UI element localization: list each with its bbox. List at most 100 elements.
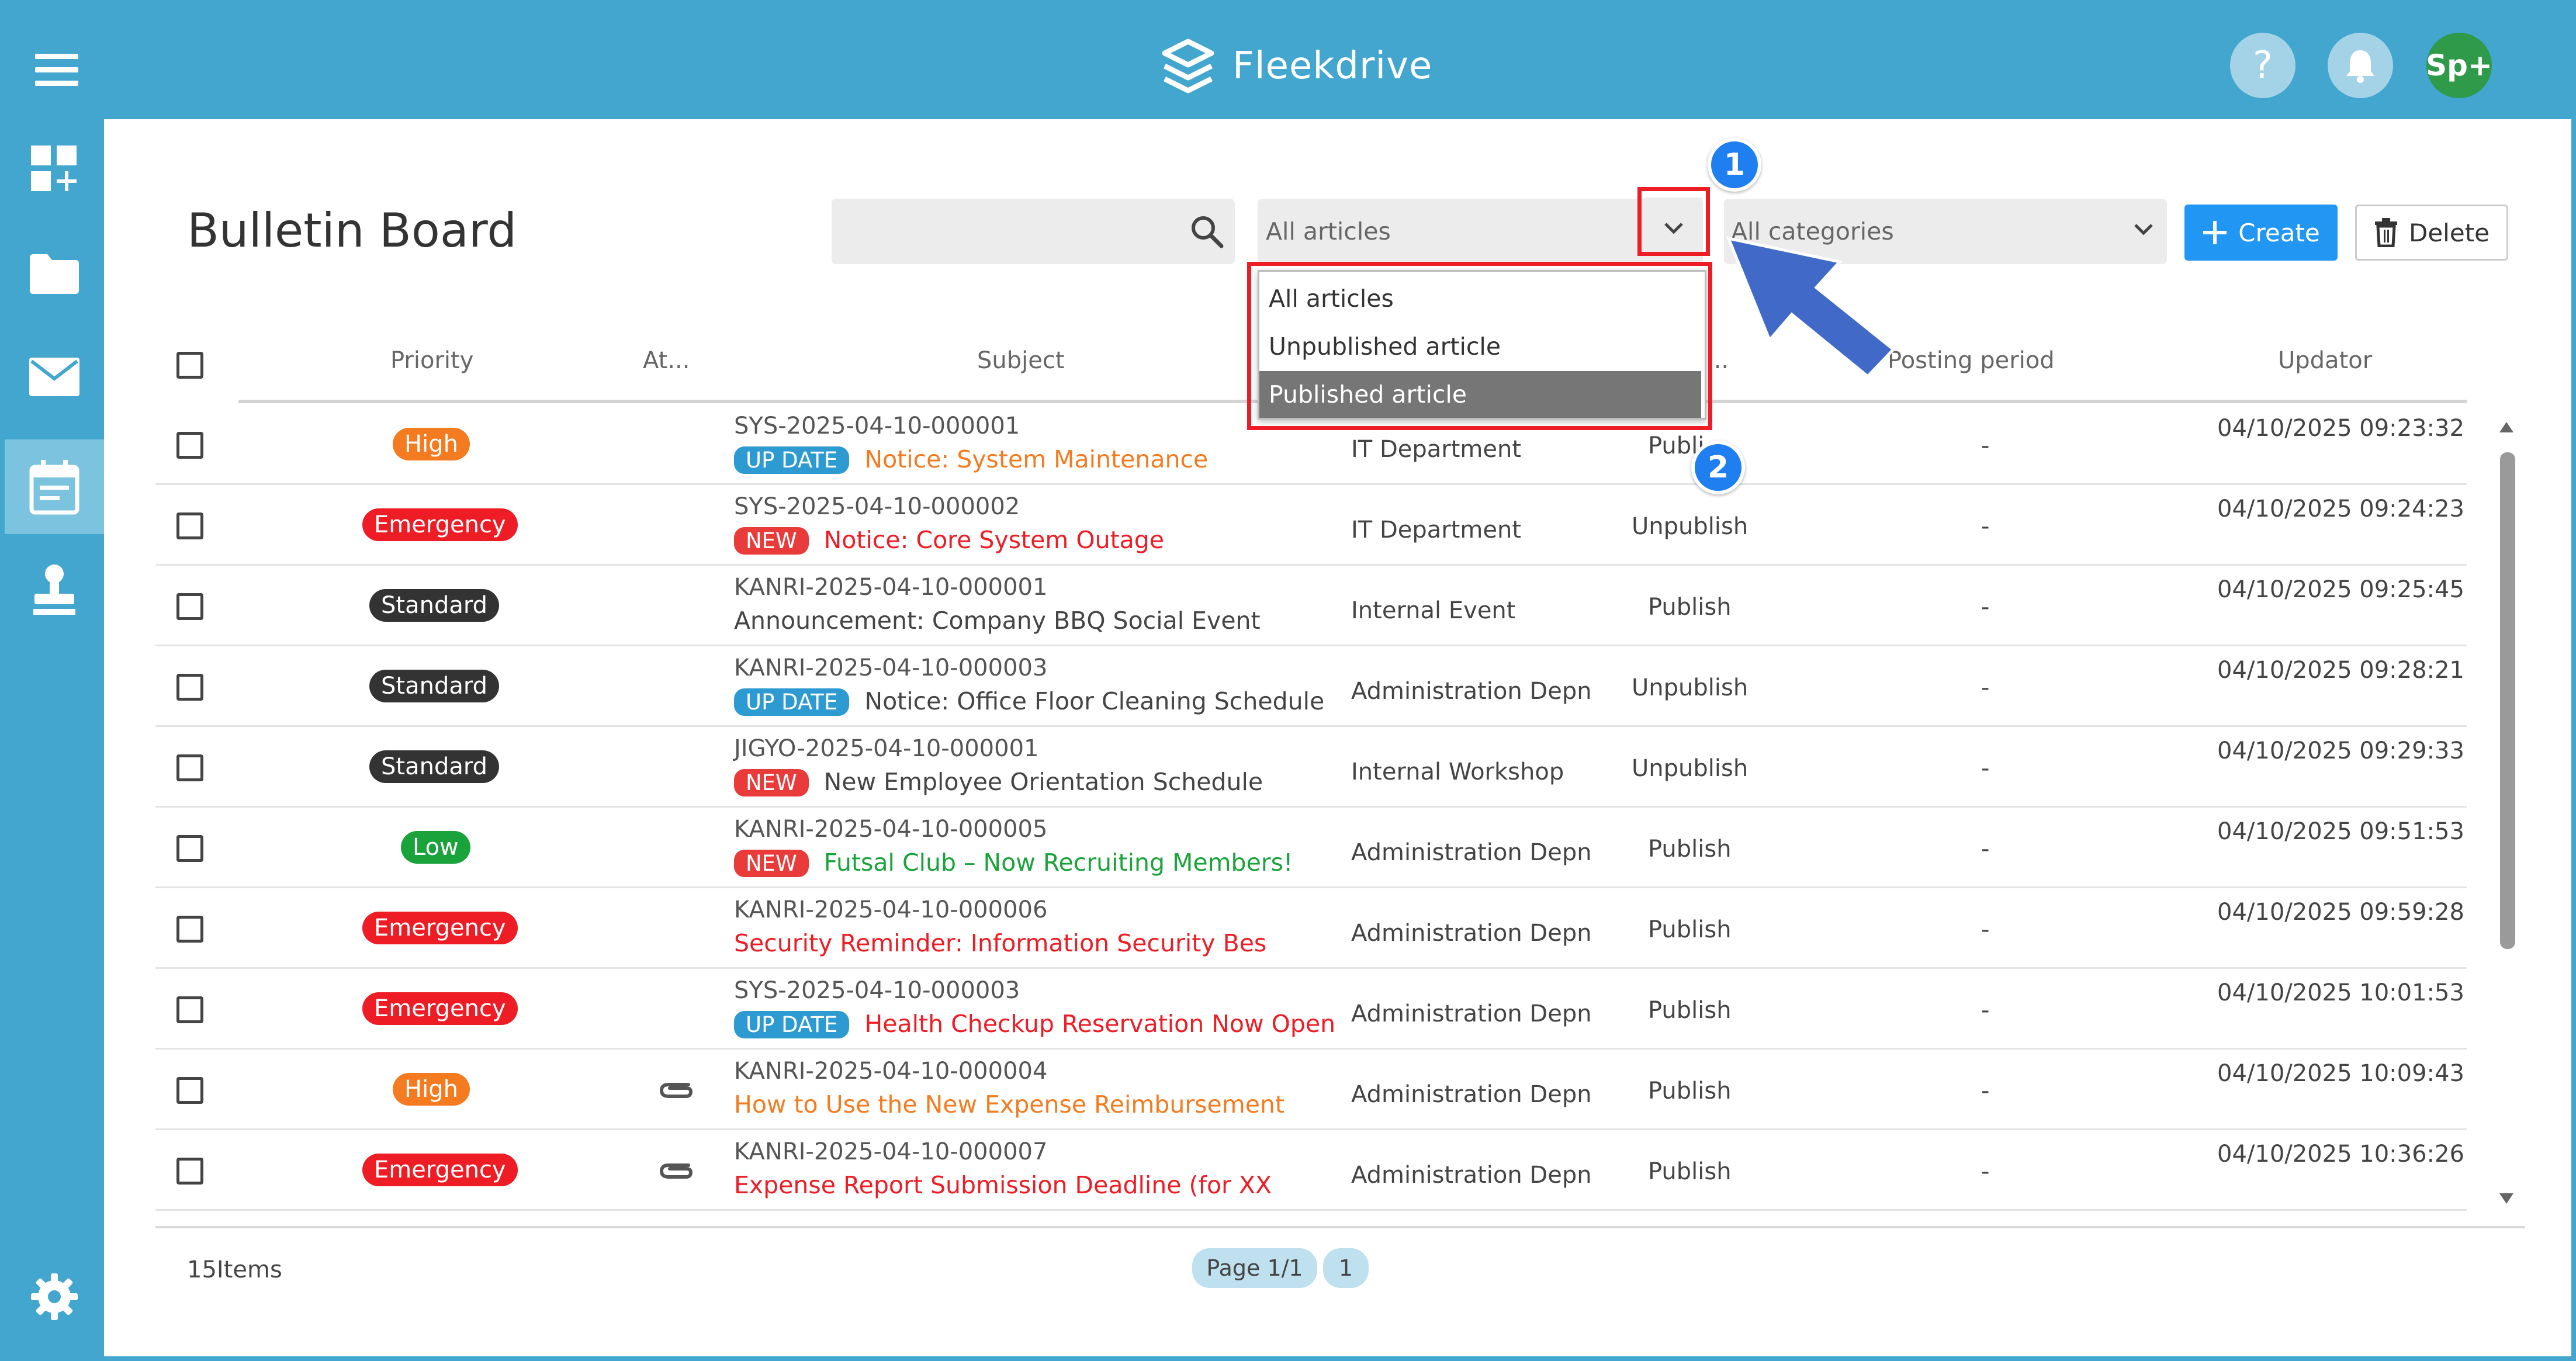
article-filter-value: All articles: [1266, 217, 1391, 245]
search-input[interactable]: [843, 210, 1173, 254]
table-row[interactable]: Emergency SYS-2025-04-10-000003 UP DATE Hea…: [5, 969, 2494, 1050]
updated-datetime: 04/10/2025 09:24:23: [2217, 496, 2464, 522]
article-tag: UP DATE: [734, 1011, 850, 1038]
header-attachment[interactable]: At...: [643, 347, 690, 374]
user-avatar[interactable]: Sp+: [2426, 33, 2492, 98]
table-row[interactable]: Emergency KANRI-2025-04-10-000006 Security…: [5, 888, 2494, 969]
subject-line[interactable]: How to Use the New Expense Reimbursement: [734, 1090, 1284, 1118]
article-tag: NEW: [734, 527, 809, 555]
subject-line[interactable]: Expense Report Submission Deadline (for …: [734, 1171, 1272, 1199]
category-cell: Administration Depn: [1351, 1000, 1592, 1027]
posting-period-cell: -: [1981, 432, 1990, 459]
row-checkbox[interactable]: [176, 754, 203, 781]
sidebar-item-mail[interactable]: [5, 345, 104, 409]
subject-link[interactable]: How to Use the New Expense Reimbursement: [734, 1090, 1284, 1118]
row-checkbox[interactable]: [176, 512, 203, 539]
header-posting-period[interactable]: Posting period: [1888, 347, 2055, 374]
search-icon[interactable]: [1189, 214, 1224, 249]
sidebar-item-dashboard[interactable]: [5, 137, 104, 201]
chevron-down-icon[interactable]: [2133, 222, 2154, 237]
subject-link[interactable]: Notice: Core System Outage: [824, 526, 1164, 554]
scroll-down-icon[interactable]: [2498, 1192, 2515, 1206]
subject-link[interactable]: New Employee Orientation Schedule: [824, 768, 1263, 796]
subject-link[interactable]: Notice: Office Floor Cleaning Schedule: [864, 687, 1324, 715]
header-priority[interactable]: Priority: [390, 347, 473, 374]
delete-button-label: Delete: [2409, 218, 2490, 247]
subject-link[interactable]: Health Checkup Reservation Now Open: [864, 1010, 1335, 1038]
highlight-box-toggle: [1637, 187, 1710, 256]
subject-line[interactable]: NEW Futsal Club – Now Recruiting Members!: [734, 849, 1293, 877]
sidebar-item-settings[interactable]: [5, 1265, 104, 1329]
row-checkbox[interactable]: [176, 835, 203, 862]
page-button-1[interactable]: 1: [1323, 1248, 1369, 1288]
article-filter-select[interactable]: All articles: [1258, 199, 1703, 264]
highlight-box-dropdown: [1247, 262, 1712, 430]
subject-link[interactable]: Security Reminder: Information Security …: [734, 929, 1266, 957]
hamburger-menu-icon[interactable]: [35, 54, 78, 86]
priority-badge: Emergency: [362, 912, 518, 944]
pointer-arrow-icon: [1726, 236, 1896, 379]
subject-link[interactable]: Futsal Club – Now Recruiting Members!: [824, 849, 1293, 877]
category-cell: Administration Depn: [1351, 678, 1592, 705]
subject-line[interactable]: Announcement: Company BBQ Social Event: [734, 607, 1261, 635]
help-button[interactable]: ?: [2230, 33, 2295, 98]
subject-line[interactable]: NEW New Employee Orientation Schedule: [734, 768, 1263, 796]
row-checkbox[interactable]: [176, 996, 203, 1023]
app-logo: Fleekdrive: [1159, 34, 1432, 98]
delete-button[interactable]: Delete: [2355, 205, 2508, 261]
header-updator[interactable]: Updator: [2278, 347, 2372, 374]
subject-line[interactable]: UP DATE Health Checkup Reservation Now Op…: [734, 1010, 1335, 1038]
row-checkbox[interactable]: [176, 1158, 203, 1185]
subject-link[interactable]: Announcement: Company BBQ Social Event: [734, 607, 1261, 635]
select-all-checkbox[interactable]: [176, 352, 203, 379]
row-divider: [155, 1209, 2467, 1211]
row-checkbox[interactable]: [176, 916, 203, 943]
row-checkbox[interactable]: [176, 432, 203, 459]
folder-icon: [30, 254, 79, 294]
category-cell: Administration Depn: [1351, 1162, 1592, 1189]
table-row[interactable]: Low KANRI-2025-04-10-000005 NEW Futsal Club…: [5, 808, 2494, 888]
paperclip-icon[interactable]: [656, 1076, 694, 1103]
table-row[interactable]: Standard KANRI-2025-04-10-000003 UP DATE No…: [5, 646, 2494, 727]
subject-link[interactable]: Expense Report Submission Deadline (for …: [734, 1171, 1272, 1199]
add-widget-icon: [31, 146, 77, 191]
help-icon: ?: [2253, 44, 2273, 87]
subject-line[interactable]: NEW Notice: Core System Outage: [734, 526, 1164, 555]
subject-line[interactable]: UP DATE Notice: System Maintenance: [734, 445, 1208, 474]
table-row[interactable]: Emergency KANRI-2025-04-10-000007 Expense …: [5, 1130, 2494, 1211]
bell-icon: [2346, 50, 2374, 83]
article-tag: UP DATE: [734, 688, 850, 716]
priority-badge: Emergency: [362, 992, 518, 1025]
updated-datetime: 04/10/2025 09:23:32: [2217, 415, 2464, 442]
scroll-up-icon[interactable]: [2498, 420, 2515, 434]
row-checkbox[interactable]: [176, 593, 203, 620]
posting-period-cell: -: [1981, 1078, 1990, 1104]
top-bar: Fleekdrive ? Sp+: [5, 5, 2571, 119]
sidebar-item-files[interactable]: [5, 242, 104, 306]
callout-number: 1: [1723, 147, 1746, 182]
notifications-button[interactable]: [2328, 33, 2393, 98]
table-row[interactable]: Standard JIGYO-2025-04-10-000001 NEW New Em…: [5, 727, 2494, 808]
table-row[interactable]: Emergency SYS-2025-04-10-000002 NEW Notice:…: [5, 485, 2494, 566]
subject-line[interactable]: UP DATE Notice: Office Floor Cleaning Sch…: [734, 687, 1324, 716]
table-scrollbar[interactable]: [2498, 411, 2515, 1218]
priority-badge: Emergency: [362, 508, 518, 541]
article-id: KANRI-2025-04-10-000003: [734, 654, 1048, 681]
header-subject[interactable]: Subject: [977, 347, 1065, 374]
subject-link[interactable]: Notice: System Maintenance: [864, 445, 1208, 473]
paperclip-icon[interactable]: [656, 1157, 694, 1184]
table-row[interactable]: Standard KANRI-2025-04-10-000001 Announcem…: [5, 566, 2494, 646]
status-cell: Publish: [1648, 997, 1732, 1024]
scrollbar-thumb[interactable]: [2500, 452, 2515, 949]
search-field[interactable]: [832, 199, 1235, 264]
article-id: KANRI-2025-04-10-000006: [734, 896, 1048, 923]
subject-line[interactable]: Security Reminder: Information Security …: [734, 929, 1266, 957]
item-count: 15Items: [187, 1256, 282, 1283]
table-row[interactable]: High KANRI-2025-04-10-000004 How to Use th…: [5, 1050, 2494, 1130]
row-checkbox[interactable]: [176, 1077, 203, 1104]
article-id: SYS-2025-04-10-000002: [734, 493, 1020, 520]
article-id: KANRI-2025-04-10-000005: [734, 816, 1048, 843]
create-button[interactable]: Create: [2184, 205, 2338, 261]
posting-period-cell: -: [1981, 513, 1990, 540]
row-checkbox[interactable]: [176, 674, 203, 701]
